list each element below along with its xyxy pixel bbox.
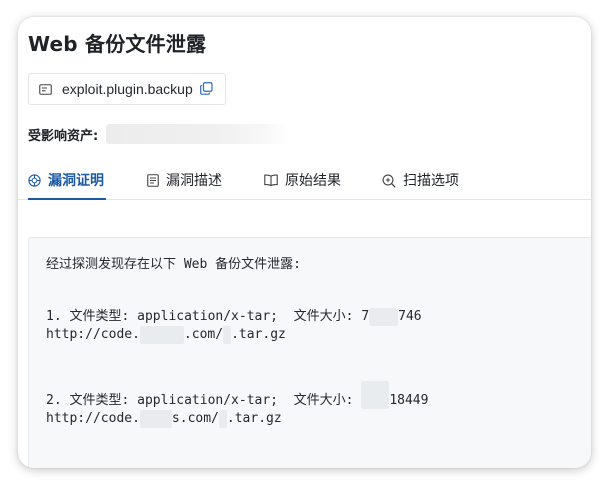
file-1-type-text: 1. 文件类型: application/x-tar; 文件大小: 7 — [46, 309, 370, 324]
search-plus-icon — [382, 173, 396, 188]
file-2-url[interactable]: http://code. s.com/ .tar.gz — [46, 410, 282, 428]
tab-vulnerability-description[interactable]: 漏洞描述 — [147, 165, 222, 199]
file-1-url-mid: .com/ — [183, 327, 224, 342]
tab-bar: 漏洞证明 漏洞描述 原始结果 扫描选项 — [18, 165, 591, 200]
file-2-url-mid: s.com/ — [171, 411, 219, 426]
copy-icon[interactable] — [199, 80, 213, 99]
file-1-type-size: 1. 文件类型: application/x-tar; 文件大小: 7 746 — [46, 308, 422, 326]
proof-intro-text: 经过探测发现存在以下 Web 备份文件泄露: — [46, 257, 301, 272]
redacted-mask — [218, 410, 227, 428]
tab-raw-result[interactable]: 原始结果 — [264, 165, 341, 199]
plugin-name: exploit.plugin.backup — [62, 81, 193, 97]
file-1-url-prefix: http://code. — [46, 327, 140, 342]
file-1-url[interactable]: http://code. .com/ .tar.gz — [46, 326, 286, 344]
redacted-mask — [369, 308, 399, 326]
file-2-url-prefix: http://code. — [46, 411, 140, 426]
file-1-size-tail: 746 — [398, 309, 422, 324]
vulnerability-detail-card: Web 备份文件泄露 exploit.plugin.backup 受影响资产: — [18, 17, 591, 468]
file-2-size-tail: 18449 — [389, 393, 429, 408]
redacted-mask — [361, 381, 390, 409]
tab-label: 漏洞描述 — [166, 173, 222, 189]
book-icon — [264, 173, 278, 186]
plugin-id-box: exploit.plugin.backup — [28, 73, 226, 105]
bug-target-icon — [28, 173, 41, 187]
tab-label: 原始结果 — [285, 173, 341, 189]
id-card-icon — [39, 83, 52, 95]
file-1-url-tail: .tar.gz — [231, 327, 286, 342]
redacted-mask — [223, 326, 232, 344]
page: Web 备份文件泄露 exploit.plugin.backup 受影响资产: — [0, 0, 609, 486]
affected-assets-label: 受影响资产: — [28, 128, 99, 144]
affected-assets-value-redacted — [106, 124, 291, 144]
file-2-type-size: 2. 文件类型: application/x-tar; 文件大小: 18449 — [46, 381, 429, 410]
tab-scan-options[interactable]: 扫描选项 — [382, 165, 459, 199]
redacted-mask — [139, 410, 172, 428]
document-icon — [147, 173, 159, 187]
file-2-type-text: 2. 文件类型: application/x-tar; 文件大小: — [46, 393, 362, 408]
tab-label: 漏洞证明 — [48, 173, 104, 189]
tab-vulnerability-proof[interactable]: 漏洞证明 — [28, 165, 106, 200]
tab-label: 扫描选项 — [403, 173, 459, 189]
page-title: Web 备份文件泄露 — [28, 32, 207, 56]
redacted-mask — [139, 326, 184, 344]
file-2-url-tail: .tar.gz — [226, 411, 282, 426]
vulnerability-proof-panel: 经过探测发现存在以下 Web 备份文件泄露: 1. 文件类型: applicat… — [28, 237, 591, 468]
affected-assets-row: 受影响资产: — [28, 124, 291, 144]
